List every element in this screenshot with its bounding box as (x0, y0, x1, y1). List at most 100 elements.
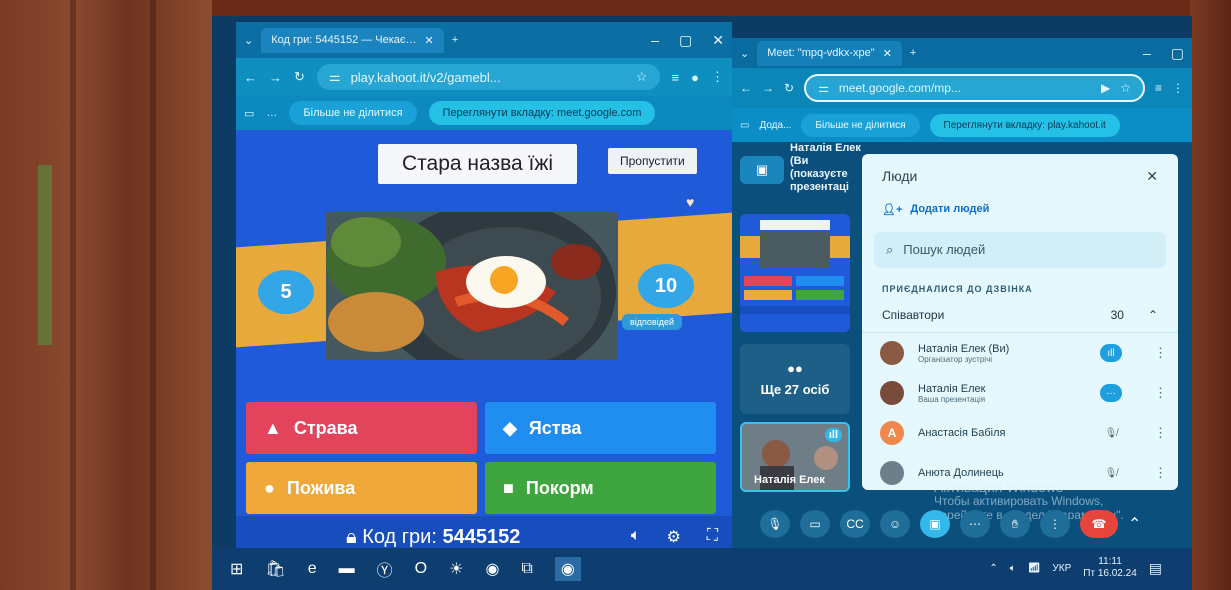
menu-icon[interactable]: ⋮ (1172, 81, 1184, 95)
mic-icon[interactable]: 🎙︎ (760, 510, 790, 538)
group-header[interactable]: Співавтори 30 ⌃ (862, 298, 1178, 333)
participant-row[interactable]: Наталія Елек (Ви) Організатор зустрічі ı… (862, 333, 1178, 373)
store-icon[interactable]: 🛍︎ (265, 559, 285, 579)
back-icon[interactable]: ← (740, 81, 752, 95)
bookmark-icon[interactable]: ☆ (636, 69, 648, 85)
more-options-icon[interactable]: ⋯ (960, 510, 990, 538)
add-label[interactable]: Дода... (759, 120, 791, 131)
minimize-icon[interactable]: – (1143, 45, 1151, 62)
chrome-active-icon[interactable]: ◉ (554, 557, 581, 581)
diamond-icon: ◆ (503, 417, 517, 438)
forward-icon[interactable]: → (762, 81, 774, 95)
yandex-icon[interactable]: Ⓨ (377, 557, 393, 581)
end-call-button[interactable]: ☎ (1080, 510, 1118, 538)
people-header: Люди ✕ (862, 154, 1178, 199)
teams-icon[interactable]: ⧉ (521, 560, 532, 578)
menu-dots-icon[interactable]: ⋮ (1040, 510, 1070, 538)
participant-row[interactable]: Наталія Елек Ваша презентація ··· ⋮ (862, 373, 1178, 413)
maximize-icon[interactable]: ▢ (679, 32, 692, 49)
answer-option-4[interactable]: ■ Покорм (485, 462, 716, 514)
menu-icon[interactable]: ⋮ (711, 69, 724, 85)
add-people-button[interactable]: 👤︎+ Додати людей (862, 199, 1178, 220)
extensions-icon[interactable]: ≡ (1155, 81, 1162, 95)
tray-chevron-icon[interactable]: ⌃ (989, 563, 997, 574)
more-participants-tile[interactable]: ●● Ще 27 осіб (740, 344, 850, 414)
opera-icon[interactable]: O (415, 560, 427, 578)
reload-icon[interactable]: ↻ (294, 69, 305, 85)
group-count: 30 (1110, 308, 1124, 322)
participant-row[interactable]: А Анастасія Бабіля 🎙︎̸ ⋮ (862, 413, 1178, 453)
site-info-icon[interactable]: ⚌ (329, 69, 341, 85)
sharing-bar: ▭ … Більше не ділитися Переглянути вклад… (236, 96, 732, 130)
answer-option-2[interactable]: ◆ Яства (485, 402, 716, 454)
more-options-icon[interactable]: ⋮ (1154, 425, 1167, 441)
meet-tabbar: ⌄ Meet: "mpq-vdkx-xpe" ✕ + – ▢ (732, 38, 1192, 68)
fullscreen-icon[interactable]: ⛶ (707, 527, 718, 547)
people-search-input[interactable]: ⌕ Пошук людей (874, 232, 1166, 268)
raise-hand-icon[interactable]: ✋︎ (1000, 510, 1030, 538)
chrome-icon[interactable]: ◉ (485, 559, 499, 579)
chevron-up-icon[interactable]: ⌃ (1128, 514, 1141, 534)
weather-icon[interactable]: ☀ (449, 559, 463, 579)
more-options-icon[interactable]: ⋮ (1154, 385, 1167, 401)
view-tab-button[interactable]: Переглянути вкладку: meet.google.com (428, 101, 656, 125)
url-field[interactable]: ⚌ meet.google.com/mp... ▶ ☆ (804, 74, 1145, 102)
tab-meet[interactable]: Meet: "mpq-vdkx-xpe" ✕ (757, 40, 902, 66)
explorer-icon[interactable]: ▬ (339, 560, 355, 578)
emoji-icon[interactable]: ☺ (880, 510, 910, 538)
tab-kahoot[interactable]: Код гри: 5445152 — Чекає… ✕ (261, 27, 444, 53)
reload-icon[interactable]: ↻ (784, 81, 794, 95)
camera-icon[interactable]: ▶ (1101, 81, 1110, 95)
network-icon[interactable]: 📶︎ (1028, 563, 1041, 574)
maximize-icon[interactable]: ▢ (1171, 45, 1184, 62)
more-options-icon[interactable]: ⋮ (1154, 465, 1167, 481)
profile-icon[interactable]: ● (691, 70, 699, 85)
new-tab-icon[interactable]: + (910, 47, 916, 59)
answer-option-1[interactable]: ▲ Страва (246, 402, 477, 454)
tab-list-icon[interactable]: ⌄ (244, 34, 253, 47)
language-indicator[interactable]: УКР (1052, 563, 1071, 574)
camera-toggle-icon[interactable]: ▭ (800, 510, 830, 538)
view-tab-button[interactable]: Переглянути вкладку: play.kahoot.it (929, 113, 1120, 137)
extensions-icon[interactable]: ≡ (672, 70, 680, 85)
heart-icon: ♥ (686, 194, 695, 210)
settings-icon[interactable]: ⚙ (666, 527, 680, 547)
back-icon[interactable]: ← (244, 70, 257, 85)
close-panel-icon[interactable]: ✕ (1146, 168, 1158, 185)
captions-icon[interactable]: CC (840, 510, 870, 538)
bookmark-icon[interactable]: ☆ (1120, 81, 1131, 95)
url-field[interactable]: ⚌ play.kahoot.it/v2/gamebl... ☆ (316, 64, 660, 90)
minimize-icon[interactable]: – (651, 32, 659, 49)
presentation-thumbnail[interactable] (740, 214, 850, 332)
site-info-icon[interactable]: ⚌ (818, 81, 829, 95)
close-icon[interactable]: ✕ (883, 47, 892, 60)
stop-sharing-button[interactable]: Більше не ділитися (289, 101, 417, 125)
edge-icon[interactable]: e (308, 560, 317, 578)
volume-icon[interactable]: 🔈︎ (631, 527, 641, 547)
forward-icon[interactable]: → (269, 70, 282, 85)
clock[interactable]: 11:11 Пт 16.02.24 (1083, 556, 1136, 580)
stop-sharing-button[interactable]: Більше не ділитися (801, 113, 920, 137)
chevron-up-icon[interactable]: ⌃ (1148, 308, 1158, 322)
more-options-icon[interactable]: ⋮ (1154, 345, 1167, 361)
notifications-icon[interactable]: ▤ (1149, 560, 1162, 577)
screen-share-icon: ▭ (244, 107, 255, 120)
close-icon[interactable]: ✕ (425, 34, 434, 47)
avatar (880, 381, 904, 405)
new-tab-icon[interactable]: + (452, 34, 458, 46)
start-icon[interactable]: ⊞ (230, 559, 243, 579)
tab-list-icon[interactable]: ⌄ (740, 47, 749, 60)
self-camera-tile[interactable]: Наталія Елек ıll (740, 422, 850, 492)
window-controls: – ▢ (1143, 45, 1184, 62)
kahoot-tabbar: ⌄ Код гри: 5445152 — Чекає… ✕ + – ▢ ✕ (236, 22, 732, 58)
url-text: play.kahoot.it/v2/gamebl... (350, 69, 501, 85)
present-screen-icon[interactable]: ▣ (920, 510, 950, 538)
present-icon[interactable]: ▣ (740, 156, 784, 184)
skip-button[interactable]: Пропустити (608, 148, 697, 174)
answer-option-3[interactable]: ● Пожива (246, 462, 477, 514)
volume-icon[interactable]: 🔈︎ (1010, 563, 1016, 574)
participant-name: Анюта Долинець (918, 467, 1004, 479)
game-code: 🔒︎ Код гри: 5445152 (346, 526, 520, 549)
avatar (880, 341, 904, 365)
close-window-icon[interactable]: ✕ (712, 32, 724, 49)
